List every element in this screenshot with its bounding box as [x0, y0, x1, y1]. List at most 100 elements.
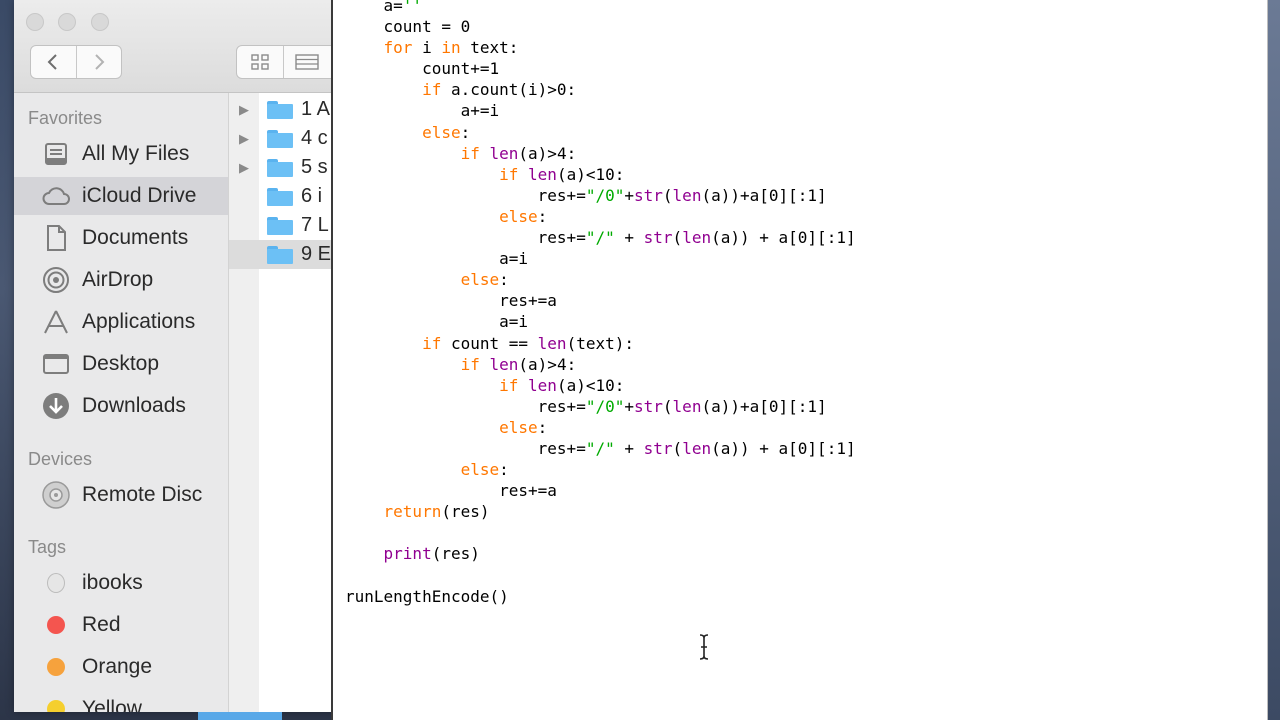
code-token: print [383, 544, 432, 564]
minimize-window-button[interactable] [58, 13, 76, 31]
file-name: 9 E [301, 243, 332, 265]
sidebar-item-label: Documents [82, 226, 189, 249]
sidebar-item-applications[interactable]: Applications [14, 303, 228, 341]
list-view-button[interactable] [283, 46, 330, 78]
code-line[interactable]: runLengthEncode() [345, 586, 856, 607]
code-token: for [383, 38, 413, 58]
sidebar-tag-yellow[interactable]: Yellow [14, 690, 228, 712]
code-token: : [499, 460, 509, 480]
disclosure-triangle-icon[interactable]: ▶ [229, 160, 259, 176]
code-line[interactable]: if a.count(i)>0: [345, 79, 856, 100]
tag-dot-icon [40, 611, 72, 639]
sidebar-item-all-my-files[interactable]: All My Files [14, 135, 228, 173]
forward-button[interactable] [75, 46, 122, 78]
code-editor-window[interactable]: a='' count = 0 for i in text: count+=1 i… [331, 0, 1268, 720]
code-line[interactable]: print(res) [345, 543, 856, 564]
code-token: (a))+a[0][:1] [701, 185, 827, 205]
code-token: + [624, 185, 634, 205]
sidebar-item-downloads[interactable]: Downloads [14, 387, 228, 425]
file-row[interactable]: ▶ 1 A [229, 95, 344, 124]
back-button[interactable] [31, 46, 76, 78]
code-token: len [672, 396, 702, 416]
code-line[interactable]: if count == len(text): [345, 333, 856, 354]
code-line[interactable]: res+=a [345, 290, 856, 311]
code-line[interactable]: a=i [345, 248, 856, 269]
file-row[interactable]: ▶ 5 s [229, 153, 344, 182]
airdrop-icon [40, 266, 72, 294]
code-line[interactable]: else: [345, 122, 856, 143]
text-cursor-icon [699, 634, 709, 660]
code-line[interactable]: res+="/0"+str(len(a))+a[0][:1] [345, 396, 856, 417]
code-token: len [528, 375, 557, 395]
sidebar-item-label: Applications [82, 310, 196, 333]
code-line[interactable] [345, 565, 856, 586]
icon-view-button[interactable] [237, 46, 283, 78]
file-name: 4 c [301, 127, 328, 149]
sidebar-item-icloud-drive[interactable]: iCloud Drive [14, 177, 228, 215]
code-line[interactable]: return(res) [345, 501, 856, 522]
code-line[interactable]: count = 0 [345, 16, 856, 37]
code-line[interactable]: if len(a)<10: [345, 375, 856, 396]
code-token: else [499, 417, 538, 437]
file-row-selected[interactable]: 9 E [229, 240, 344, 269]
tag-dot-icon [40, 653, 72, 681]
code-token: "/0" [585, 396, 625, 416]
code-token: len [528, 164, 557, 184]
cloud-icon [40, 182, 72, 210]
code-line[interactable]: res+="/" + str(len(a)) + a[0][:1] [345, 438, 856, 459]
sidebar-tag-red[interactable]: Red [14, 606, 228, 644]
code-token: str [643, 228, 673, 248]
code-line[interactable]: if len(a)>4: [345, 143, 856, 164]
sidebar-tag-ibooks[interactable]: ibooks [14, 564, 228, 602]
sidebar-item-label: All My Files [82, 142, 190, 165]
sidebar-item-documents[interactable]: Documents [14, 219, 228, 257]
disclosure-triangle-icon[interactable]: ▶ [229, 102, 259, 118]
folder-icon [267, 187, 293, 206]
code-line[interactable]: else: [345, 417, 856, 438]
code-line[interactable]: a+=i [345, 100, 856, 121]
code-token: (a)) + a[0][:1] [711, 438, 856, 458]
close-window-button[interactable] [26, 13, 44, 31]
code-token: (text): [566, 333, 634, 353]
code-token: if [460, 143, 480, 163]
code-line[interactable]: count+=1 [345, 58, 856, 79]
code-area[interactable]: a='' count = 0 for i in text: count+=1 i… [345, 0, 856, 607]
zoom-window-button[interactable] [91, 13, 109, 31]
code-line[interactable]: if len(a)<10: [345, 164, 856, 185]
sidebar-item-airdrop[interactable]: AirDrop [14, 261, 228, 299]
code-token: "/" [585, 438, 615, 458]
file-row[interactable]: 6 i [229, 182, 344, 211]
code-line[interactable]: else: [345, 269, 856, 290]
disclosure-triangle-icon[interactable]: ▶ [229, 131, 259, 147]
code-line[interactable]: res+=a [345, 480, 856, 501]
sidebar-tag-orange[interactable]: Orange [14, 648, 228, 686]
code-token: len [537, 333, 567, 353]
code-line[interactable]: if len(a)>4: [345, 354, 856, 375]
code-line[interactable]: res+="/0"+str(len(a))+a[0][:1] [345, 185, 856, 206]
code-line[interactable]: else: [345, 459, 856, 480]
code-line[interactable]: a=i [345, 311, 856, 332]
code-line[interactable]: else: [345, 206, 856, 227]
code-token: a.count(i)>0: [441, 80, 577, 100]
folder-icon [267, 158, 293, 177]
code-token: if [499, 375, 519, 395]
code-line[interactable] [345, 522, 856, 543]
sidebar-item-desktop[interactable]: Desktop [14, 345, 228, 383]
code-line[interactable]: a='' [345, 0, 856, 16]
code-token: a=i [345, 312, 529, 332]
sidebar-item-label: Yellow [82, 697, 142, 712]
code-token: res+= [345, 185, 586, 205]
code-token: (a)<10: [556, 164, 625, 184]
file-row[interactable]: ▶ 4 c [229, 124, 344, 153]
file-row[interactable]: 7 L [229, 211, 344, 240]
code-token: ( [672, 228, 683, 248]
sidebar-item-label: AirDrop [82, 268, 154, 291]
code-line[interactable]: for i in text: [345, 37, 856, 58]
sidebar-item-remote-disc[interactable]: Remote Disc [14, 476, 228, 514]
code-line[interactable]: res+="/" + str(len(a)) + a[0][:1] [345, 227, 856, 248]
